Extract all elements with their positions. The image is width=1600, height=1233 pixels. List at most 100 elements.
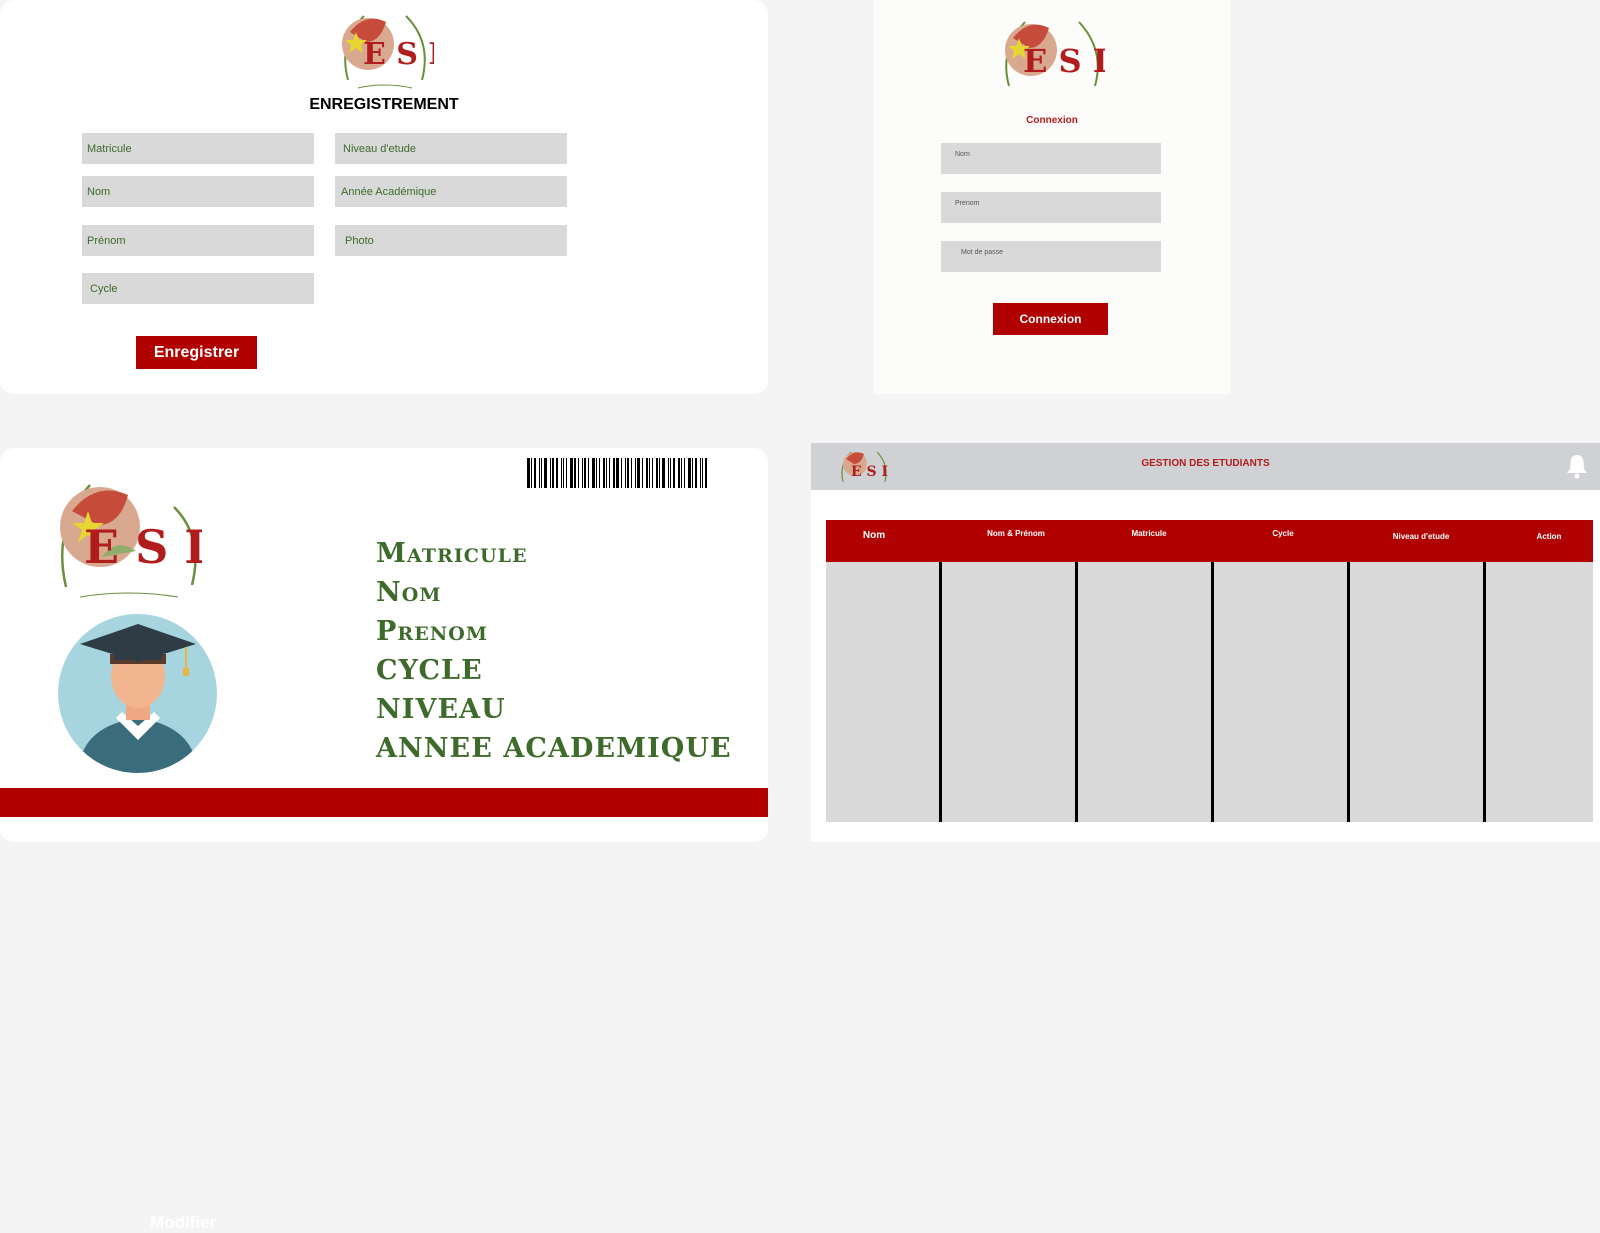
barcode-bar: [563, 458, 564, 488]
barcode-bar: [646, 458, 648, 488]
id-nom: Nom: [376, 577, 442, 608]
barcode-bar: [681, 458, 682, 488]
photo-input[interactable]: Photo: [335, 225, 567, 256]
barcode-bar: [592, 458, 595, 488]
barcode-bar: [662, 458, 665, 488]
barcode-bar: [678, 458, 680, 488]
barcode-bar: [534, 458, 536, 488]
table-header: Nom Nom & Prénom Matricule Cycle Niveau …: [826, 520, 1593, 562]
barcode-bar: [566, 458, 567, 488]
barcode-bar: [700, 458, 701, 488]
barcode-bar: [668, 458, 669, 488]
niveau-input[interactable]: Niveau d'etude: [335, 133, 567, 164]
esi-logo: E S I: [999, 10, 1108, 100]
barcode-bar: [561, 458, 562, 488]
barcode-bar: [527, 458, 530, 488]
barcode-bar: [673, 458, 675, 488]
connexion-button[interactable]: Connexion: [993, 303, 1108, 335]
prenom-input[interactable]: Prénom: [82, 225, 314, 256]
barcode: [527, 458, 755, 488]
barcode-bar: [606, 458, 607, 488]
svg-text:E S I: E S I: [1023, 42, 1105, 80]
enregistrer-button[interactable]: Enregistrer: [136, 336, 257, 369]
svg-text:E S I: E S I: [84, 520, 202, 574]
students-table: Nom Nom & Prénom Matricule Cycle Niveau …: [826, 520, 1593, 822]
barcode-bar: [627, 458, 629, 488]
esi-logo: E S I: [56, 467, 206, 605]
id-cycle: CYCLE: [376, 655, 483, 686]
barcode-bar: [635, 458, 636, 488]
col-header-cycle[interactable]: Cycle: [1233, 529, 1333, 538]
dashboard-header: E S I GESTION DES ETUDIANTS: [811, 443, 1600, 490]
barcode-bar: [541, 458, 542, 488]
column-divider: [1483, 562, 1486, 822]
barcode-bar: [582, 458, 583, 488]
col-header-matricule[interactable]: Matricule: [1099, 529, 1199, 538]
barcode-bar: [684, 458, 685, 488]
barcode-bar: [656, 458, 658, 488]
registration-card: E S I ENREGISTREMENT Matricule Nom Préno…: [0, 0, 768, 394]
barcode-bar: [584, 458, 586, 488]
col-header-nom[interactable]: Nom: [834, 530, 914, 541]
dashboard-panel: E S I GESTION DES ETUDIANTS Nom Nom & Pr…: [811, 443, 1600, 842]
barcode-bar: [531, 458, 532, 488]
column-divider: [939, 562, 942, 822]
barcode-bar: [631, 458, 632, 488]
nom-input[interactable]: Nom: [82, 176, 314, 207]
barcode-bar: [695, 458, 697, 488]
barcode-bar: [692, 458, 693, 488]
annee-input[interactable]: Année Académique: [335, 176, 567, 207]
password-input[interactable]: Mot de passe: [941, 241, 1161, 272]
barcode-bar: [705, 458, 707, 488]
login-nom-input[interactable]: Nom: [941, 143, 1161, 174]
bell-icon[interactable]: [1566, 453, 1588, 479]
barcode-bar: [670, 458, 671, 488]
barcode-bar: [637, 458, 640, 488]
id-annee: ANNEE ACADEMIQUE: [376, 733, 732, 764]
barcode-bar: [570, 458, 573, 488]
barcode-bar: [616, 458, 619, 488]
matricule-input[interactable]: Matricule: [82, 133, 314, 164]
column-divider: [1075, 562, 1078, 822]
barcode-bar: [621, 458, 622, 488]
barcode-bar: [599, 458, 600, 488]
column-divider: [1211, 562, 1214, 822]
barcode-bar: [652, 458, 653, 488]
modifier-label[interactable]: Modifier: [150, 1213, 216, 1233]
barcode-bar: [539, 458, 540, 488]
barcode-bar: [702, 458, 703, 488]
login-card: E S I Connexion Nom Prenom Mot de passe …: [874, 0, 1230, 394]
col-header-nom-prenom[interactable]: Nom & Prénom: [966, 529, 1066, 538]
barcode-bar: [625, 458, 626, 488]
dashboard-title: GESTION DES ETUDIANTS: [1141, 458, 1270, 469]
student-id-card: E S I Matricule Nom Prenom CYCLE NIVEAU …: [0, 448, 768, 842]
barcode-bar: [642, 458, 643, 488]
barcode-bar: [578, 458, 579, 488]
id-prenom: Prenom: [376, 616, 489, 647]
col-header-niveau[interactable]: Niveau d'etude: [1366, 532, 1476, 541]
registration-title: ENREGISTREMENT: [309, 96, 459, 113]
col-header-action[interactable]: Action: [1509, 532, 1589, 541]
svg-text:E S I: E S I: [363, 37, 434, 72]
barcode-bar: [609, 458, 610, 488]
esi-logo: E S I: [336, 2, 442, 94]
barcode-bar: [596, 458, 597, 488]
login-prenom-input[interactable]: Prenom: [941, 192, 1161, 223]
student-avatar: [58, 614, 217, 773]
column-divider: [1347, 562, 1350, 822]
id-matricule: Matricule: [376, 538, 528, 569]
id-niveau: NIVEAU: [376, 694, 506, 725]
barcode-bar: [556, 458, 558, 488]
login-title: Connexion: [1026, 115, 1078, 126]
card-stripe: [0, 788, 768, 817]
cycle-input[interactable]: Cycle: [82, 273, 314, 304]
barcode-bar: [659, 458, 660, 488]
barcode-bar: [613, 458, 615, 488]
barcode-bar: [574, 458, 576, 488]
barcode-bar: [544, 458, 547, 488]
barcode-bar: [588, 458, 589, 488]
barcode-bar: [649, 458, 650, 488]
barcode-bar: [688, 458, 691, 488]
barcode-bar: [552, 458, 554, 488]
barcode-bar: [603, 458, 605, 488]
